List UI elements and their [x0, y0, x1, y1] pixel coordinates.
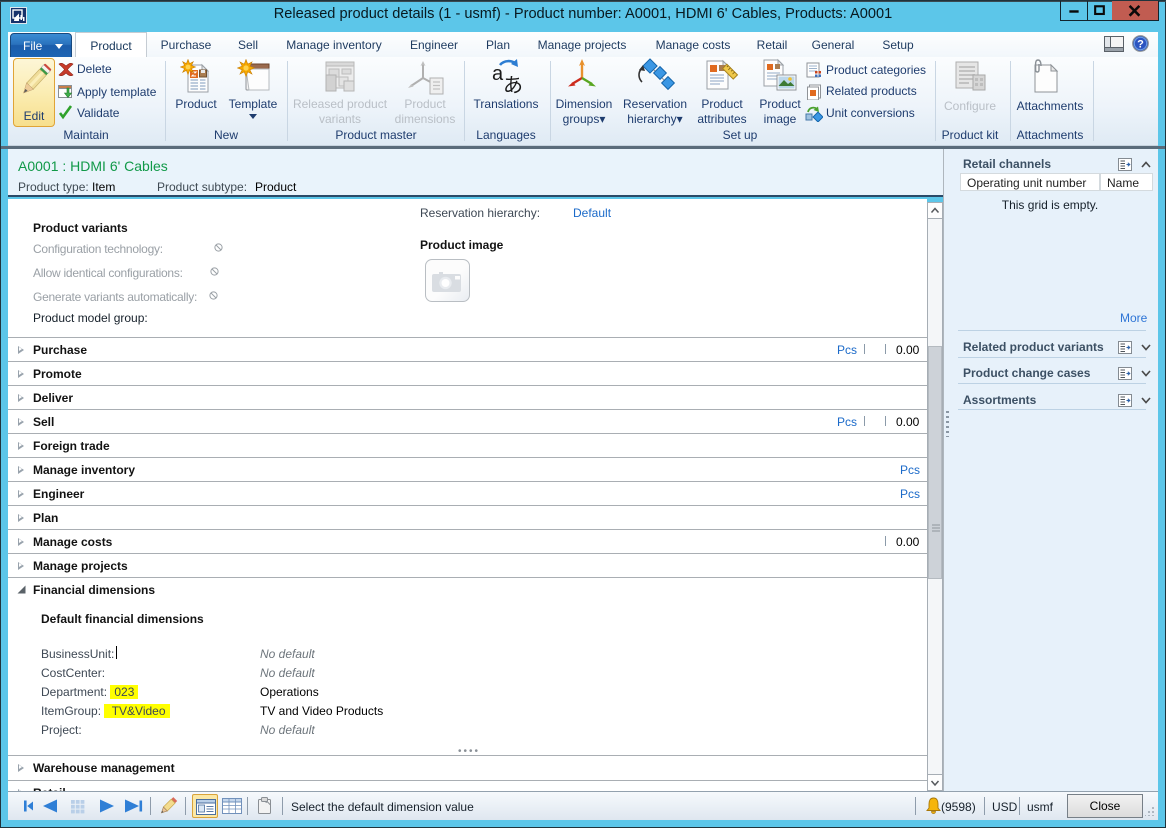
svg-text:?: ? [1137, 39, 1144, 51]
svg-text:あ: あ [503, 75, 522, 96]
